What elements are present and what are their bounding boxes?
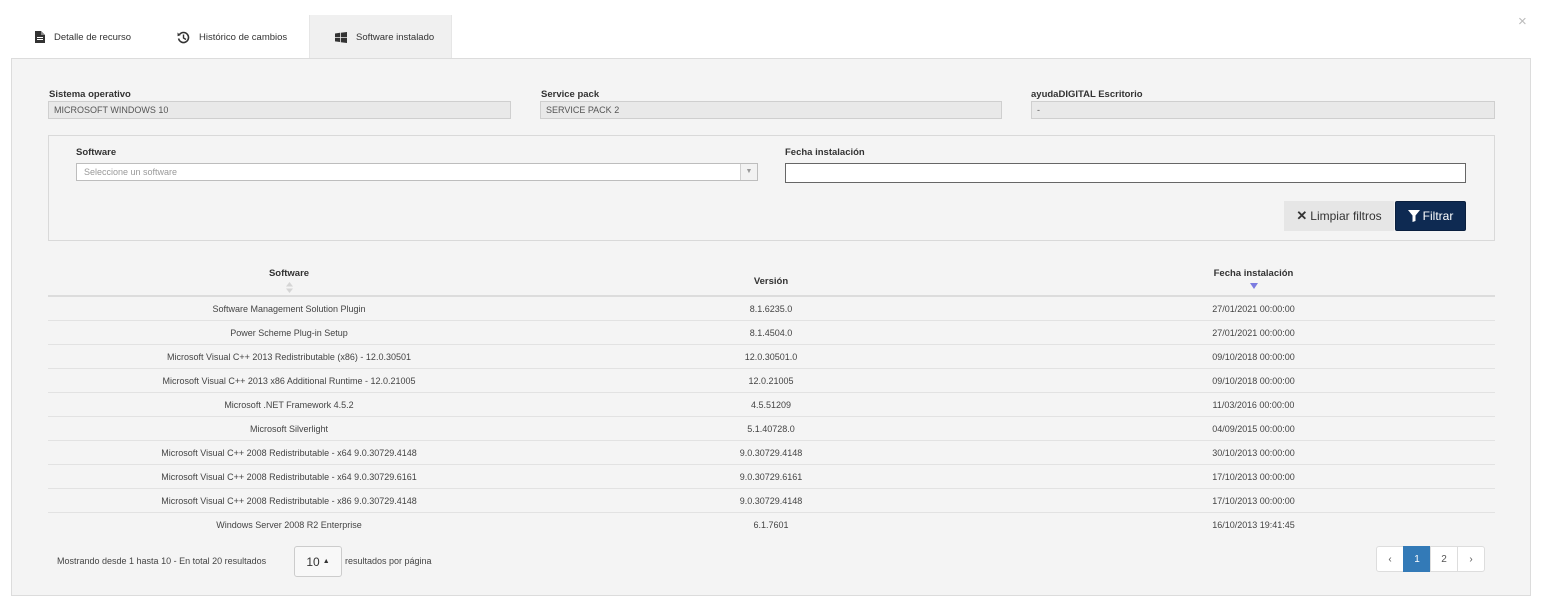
cell-software: Microsoft .NET Framework 4.5.2: [224, 400, 354, 410]
cell-fecha: 16/10/2013 19:41:45: [1212, 520, 1295, 530]
cell-version: 8.1.6235.0: [749, 304, 793, 314]
cell-version: 5.1.40728.0: [747, 424, 795, 434]
filter-button[interactable]: Filtrar: [1395, 201, 1466, 231]
os-label: Sistema operativo: [49, 89, 131, 100]
cell-fecha: 09/10/2018 00:00:00: [1212, 376, 1295, 386]
date-filter-label: Fecha instalación: [785, 147, 865, 158]
cell-fecha: 27/01/2021 00:00:00: [1212, 328, 1295, 338]
os-field: MICROSOFT WINDOWS 10: [48, 101, 511, 119]
per-page-dropdown[interactable]: 10 ▲: [294, 546, 342, 577]
filter-button-label: Filtrar: [1422, 209, 1454, 223]
cell-fecha: 17/10/2013 00:00:00: [1212, 496, 1295, 506]
cell-software: Software Management Solution Plugin: [212, 304, 366, 314]
table-row[interactable]: Microsoft Visual C++ 2013 Redistributabl…: [48, 345, 1495, 369]
table-row[interactable]: Microsoft Silverlight 5.1.40728.0 04/09/20…: [48, 417, 1495, 441]
cell-software: Power Scheme Plug-in Setup: [230, 328, 348, 338]
cell-fecha: 11/03/2016 00:00:00: [1212, 400, 1295, 410]
cell-software: Microsoft Visual C++ 2008 Redistributabl…: [161, 496, 417, 506]
cell-software: Microsoft Visual C++ 2013 x86 Additional…: [162, 376, 416, 386]
sort-desc-icon: [1012, 282, 1495, 293]
sort-icon: [48, 282, 530, 296]
clear-filters-label: Limpiar filtros: [1310, 209, 1382, 223]
document-icon: [35, 31, 45, 43]
date-field[interactable]: [785, 163, 1466, 183]
desktop-field: -: [1031, 101, 1495, 119]
chevron-down-icon[interactable]: ▼: [740, 164, 757, 180]
table-row[interactable]: Software Management Solution Plugin 8.1.6…: [48, 297, 1495, 321]
results-summary: Mostrando desde 1 hasta 10 - En total 20…: [57, 556, 267, 566]
cell-version: 12.0.21005: [748, 376, 794, 386]
tab-detalle-recurso[interactable]: Detalle de recurso: [11, 15, 153, 59]
tab-software-instalado[interactable]: Software instalado: [309, 15, 452, 59]
tab-label: Software instalado: [356, 31, 435, 43]
cell-software: Microsoft Silverlight: [249, 424, 329, 434]
pagination: ‹ 1 2 ›: [1376, 546, 1485, 572]
close-icon[interactable]: ×: [1518, 14, 1527, 29]
service-pack-label: Service pack: [541, 89, 600, 100]
pagination-next[interactable]: ›: [1457, 546, 1485, 572]
software-filter-label: Software: [76, 147, 117, 158]
cell-version: 6.1.7601: [753, 520, 789, 530]
cell-software: Microsoft Visual C++ 2008 Redistributabl…: [161, 448, 417, 458]
per-page-label: resultados por página: [345, 556, 432, 566]
table-row[interactable]: Power Scheme Plug-in Setup 8.1.4504.0 27/0…: [48, 321, 1495, 345]
table-body: Software Management Solution Plugin 8.1.6…: [48, 297, 1495, 537]
table-row[interactable]: Microsoft Visual C++ 2008 Redistributabl…: [48, 465, 1495, 489]
clear-filters-button[interactable]: ✕ Limpiar filtros: [1284, 201, 1394, 231]
software-table: Software Versión Fecha instalación Softw…: [48, 254, 1495, 537]
cell-version: 9.0.30729.4148: [739, 496, 803, 506]
filter-box: Software Seleccione un software ▼ Fecha …: [48, 135, 1495, 241]
pagination-page-2[interactable]: 2: [1430, 546, 1458, 572]
column-header-version[interactable]: Versión: [530, 276, 1012, 287]
software-select[interactable]: Seleccione un software ▼: [76, 163, 758, 181]
close-icon: ✕: [1296, 208, 1308, 223]
column-header-label: Versión: [753, 276, 789, 287]
tab-bar: Detalle de recurso Histórico de cambios …: [11, 15, 452, 59]
cell-version: 9.0.30729.4148: [739, 448, 803, 458]
cell-software: Microsoft Visual C++ 2008 Redistributabl…: [161, 472, 417, 482]
column-header-fecha[interactable]: Fecha instalación: [1012, 268, 1495, 293]
cell-fecha: 30/10/2013 00:00:00: [1212, 448, 1295, 458]
pagination-page-1[interactable]: 1: [1403, 546, 1431, 572]
cell-fecha: 17/10/2013 00:00:00: [1212, 472, 1295, 482]
cell-version: 4.5.51209: [750, 400, 792, 410]
cell-fecha: 09/10/2018 00:00:00: [1212, 352, 1295, 362]
cell-version: 12.0.30501.0: [744, 352, 798, 362]
cell-software: Microsoft Visual C++ 2013 Redistributabl…: [167, 352, 411, 362]
filter-icon: [1407, 210, 1420, 222]
column-header-software[interactable]: Software: [48, 268, 530, 296]
caret-up-icon: ▲: [322, 558, 330, 565]
cell-version: 9.0.30729.6161: [739, 472, 803, 482]
per-page-value: 10: [306, 554, 320, 569]
windows-icon: [335, 31, 347, 43]
table-row[interactable]: Windows Server 2008 R2 Enterprise 6.1.760…: [48, 513, 1495, 537]
table-header: Software Versión Fecha instalación: [48, 254, 1495, 297]
cell-fecha: 27/01/2021 00:00:00: [1212, 304, 1295, 314]
cell-software: Windows Server 2008 R2 Enterprise: [216, 520, 362, 530]
table-row[interactable]: Microsoft Visual C++ 2013 x86 Additional…: [48, 369, 1495, 393]
tab-label: Detalle de recurso: [54, 31, 132, 43]
history-icon: [177, 31, 190, 44]
table-row[interactable]: Microsoft Visual C++ 2008 Redistributabl…: [48, 441, 1495, 465]
table-row[interactable]: Microsoft .NET Framework 4.5.2 4.5.51209 1…: [48, 393, 1495, 417]
service-pack-field: SERVICE PACK 2: [540, 101, 1002, 119]
pagination-prev[interactable]: ‹: [1376, 546, 1404, 572]
tab-label: Histórico de cambios: [199, 31, 288, 43]
column-header-label: Software: [268, 268, 310, 279]
desktop-label: ayudaDIGITAL Escritorio: [1031, 89, 1143, 100]
tab-historico-cambios[interactable]: Histórico de cambios: [153, 15, 309, 59]
column-header-label: Fecha instalación: [1213, 268, 1294, 279]
table-row[interactable]: Microsoft Visual C++ 2008 Redistributabl…: [48, 489, 1495, 513]
cell-fecha: 04/09/2015 00:00:00: [1212, 424, 1295, 434]
software-panel: Sistema operativo MICROSOFT WINDOWS 10 S…: [11, 58, 1531, 596]
software-select-placeholder: Seleccione un software: [84, 167, 178, 177]
cell-version: 8.1.4504.0: [749, 328, 793, 338]
